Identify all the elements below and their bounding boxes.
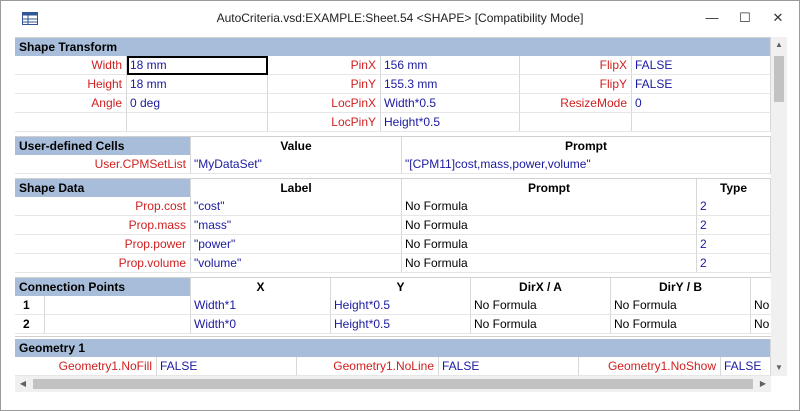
cell-prompt[interactable]: "[CPM11]cost,mass,power,volume"	[402, 155, 771, 174]
cell-prompt[interactable]: No Formula	[402, 254, 697, 273]
section-shape-transform: Shape Transform Width 18 mm PinX 156 mm Flip…	[15, 37, 771, 132]
column-header-dirx[interactable]: DirX / A	[471, 278, 611, 296]
scroll-left-arrow-icon[interactable]: ◀	[15, 376, 31, 392]
cell-value[interactable]	[632, 113, 771, 132]
cell-diry[interactable]: No Formula	[611, 296, 751, 315]
column-header-x[interactable]: X	[191, 278, 331, 296]
cell-value[interactable]: Width*0.5	[381, 94, 520, 113]
column-header-y[interactable]: Y	[331, 278, 471, 296]
cell-extra[interactable]: No	[751, 315, 771, 334]
scroll-up-arrow-icon[interactable]: ▲	[771, 37, 787, 53]
cell-name[interactable]	[520, 113, 632, 132]
column-header-extra	[751, 278, 771, 296]
cell-value[interactable]: 0 deg	[127, 94, 268, 113]
column-header-label[interactable]: Label	[191, 179, 402, 197]
cell-value[interactable]	[127, 113, 268, 132]
column-header-prompt[interactable]: Prompt	[402, 179, 697, 197]
cell-label[interactable]: "power"	[191, 235, 402, 254]
cell-name[interactable]: FlipX	[520, 56, 632, 75]
row-name[interactable]: User.CPMSetList	[15, 155, 191, 174]
cell-value[interactable]: FALSE	[439, 357, 579, 376]
row-name[interactable]: Prop.cost	[15, 197, 191, 216]
section-header[interactable]: User-defined Cells	[15, 137, 191, 155]
row-name[interactable]: Prop.mass	[15, 216, 191, 235]
cell-type[interactable]: 2	[697, 235, 771, 254]
cell-type[interactable]: 2	[697, 197, 771, 216]
window-title: AutoCriteria.vsd:EXAMPLE:Sheet.54 <SHAPE…	[216, 11, 584, 25]
row-name[interactable]	[45, 315, 191, 334]
cell-name[interactable]: Width	[15, 56, 127, 75]
row-name[interactable]: Prop.volume	[15, 254, 191, 273]
vertical-scrollbar[interactable]: ▲ ▼	[771, 37, 787, 376]
cell-value[interactable]: FALSE	[157, 357, 297, 376]
cell-prompt[interactable]: No Formula	[402, 197, 697, 216]
section-header[interactable]: Geometry 1	[15, 339, 771, 357]
cell-label[interactable]: "volume"	[191, 254, 402, 273]
section-header[interactable]: Shape Transform	[15, 38, 771, 56]
column-header-value[interactable]: Value	[191, 137, 402, 155]
cell-y[interactable]: Height*0.5	[331, 315, 471, 334]
cell-dirx[interactable]: No Formula	[471, 315, 611, 334]
shapesheet-grid: Shape Transform Width 18 mm PinX 156 mm Flip…	[15, 37, 771, 376]
scroll-down-arrow-icon[interactable]: ▼	[771, 360, 787, 376]
column-header-diry[interactable]: DirY / B	[611, 278, 751, 296]
vertical-scroll-thumb[interactable]	[774, 56, 784, 102]
row-name[interactable]	[45, 296, 191, 315]
cell-value[interactable]: FALSE	[632, 75, 771, 94]
section-user-defined-cells: User-defined Cells Value Prompt User.CPM…	[15, 136, 771, 175]
section-header[interactable]: Shape Data	[15, 179, 191, 197]
cell-name[interactable]: ResizeMode	[520, 94, 632, 113]
row-name[interactable]: Prop.power	[15, 235, 191, 254]
cell-value[interactable]: 18 mm	[127, 75, 268, 94]
column-header-type[interactable]: Type	[697, 179, 771, 197]
cell-name[interactable]: PinY	[268, 75, 381, 94]
cell-label[interactable]: "cost"	[191, 197, 402, 216]
cell-type[interactable]: 2	[697, 216, 771, 235]
cell-prompt[interactable]: No Formula	[402, 216, 697, 235]
row-number[interactable]: 1	[15, 296, 45, 315]
cell-value[interactable]: 156 mm	[381, 56, 520, 75]
cell-value[interactable]: FALSE	[721, 357, 771, 376]
title-bar[interactable]: AutoCriteria.vsd:EXAMPLE:Sheet.54 <SHAPE…	[1, 1, 799, 35]
cell-dirx[interactable]: No Formula	[471, 296, 611, 315]
minimize-button[interactable]: —	[697, 6, 727, 30]
cell-type[interactable]: 2	[697, 254, 771, 273]
horizontal-scrollbar[interactable]: ◀ ▶	[15, 376, 771, 392]
row-number[interactable]: 2	[15, 315, 45, 334]
cell-value[interactable]: 18 mm	[127, 56, 268, 75]
cell-name[interactable]: Angle	[15, 94, 127, 113]
scroll-right-arrow-icon[interactable]: ▶	[755, 376, 771, 392]
cell-prompt[interactable]: No Formula	[402, 235, 697, 254]
cell-name[interactable]: Geometry1.NoLine	[297, 357, 439, 376]
cell-name[interactable]: PinX	[268, 56, 381, 75]
cell-value[interactable]: Height*0.5	[381, 113, 520, 132]
cell-value[interactable]: "MyDataSet"	[191, 155, 402, 174]
section-shape-data: Shape Data Label Prompt Type Prop.cost "c…	[15, 178, 771, 274]
section-connection-points: Connection Points X Y DirX / A DirY / B …	[15, 277, 771, 334]
cell-name[interactable]: LocPinX	[268, 94, 381, 113]
close-button[interactable]: ✕	[763, 6, 793, 30]
cell-name[interactable]: FlipY	[520, 75, 632, 94]
cell-name[interactable]	[15, 113, 127, 132]
maximize-button[interactable]: ☐	[730, 6, 760, 30]
cell-name[interactable]: Geometry1.NoFill	[15, 357, 157, 376]
horizontal-scroll-thumb[interactable]	[33, 379, 753, 389]
cell-name[interactable]: LocPinY	[268, 113, 381, 132]
cell-value[interactable]: 0	[632, 94, 771, 113]
section-geometry-1: Geometry 1 Geometry1.NoFill FALSE Geometry…	[15, 336, 771, 376]
cell-x[interactable]: Width*1	[191, 296, 331, 315]
cell-name[interactable]: Geometry1.NoShow	[579, 357, 721, 376]
cell-extra[interactable]: No	[751, 296, 771, 315]
cell-value[interactable]: FALSE	[632, 56, 771, 75]
cell-y[interactable]: Height*0.5	[331, 296, 471, 315]
cell-label[interactable]: "mass"	[191, 216, 402, 235]
cell-diry[interactable]: No Formula	[611, 315, 751, 334]
column-header-prompt[interactable]: Prompt	[402, 137, 771, 155]
section-header[interactable]: Connection Points	[15, 278, 191, 296]
cell-name[interactable]: Height	[15, 75, 127, 94]
cell-x[interactable]: Width*0	[191, 315, 331, 334]
cell-value[interactable]: 155.3 mm	[381, 75, 520, 94]
